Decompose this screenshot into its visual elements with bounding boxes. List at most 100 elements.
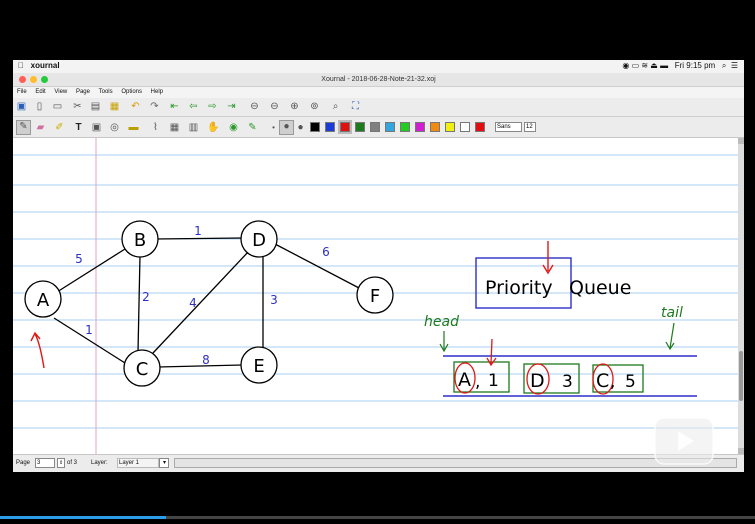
zoom-page-width-icon[interactable]: ⌕ <box>330 101 341 112</box>
head-label: head <box>424 314 459 330</box>
zoom-normal-icon[interactable]: ⊚ <box>309 101 320 112</box>
zoom-fit-icon[interactable]: ⊖ <box>249 101 260 112</box>
node-d-label: D <box>252 230 266 251</box>
color-swatch[interactable] <box>475 122 485 132</box>
layer-select[interactable]: Layer 1 <box>117 458 159 468</box>
open-folder-icon[interactable]: ▭ <box>52 101 63 112</box>
medium-line-icon[interactable]: ● <box>279 120 294 135</box>
red-arrow-to-box <box>542 241 554 275</box>
menu-edit[interactable]: Edit <box>35 89 45 95</box>
play-icon[interactable] <box>654 417 714 465</box>
menu-view[interactable]: View <box>54 89 67 95</box>
zoom-out-icon[interactable]: ⊖ <box>269 101 280 112</box>
app-name[interactable]: xournal <box>31 61 60 70</box>
close-window-button[interactable] <box>19 76 26 83</box>
eraser-icon[interactable]: ▰ <box>35 122 46 133</box>
color-swatch[interactable] <box>445 122 455 132</box>
edge-a-b <box>56 248 126 293</box>
graph-edges <box>53 237 360 368</box>
thin-line-icon[interactable]: • <box>268 122 279 133</box>
weight-ce: 8 <box>202 353 210 367</box>
apple-icon[interactable]:  <box>18 61 24 70</box>
paste-icon[interactable]: ▦ <box>109 101 120 112</box>
zoom-in-icon[interactable]: ⊕ <box>289 101 300 112</box>
shape-recognizer-icon[interactable]: ◎ <box>109 122 120 133</box>
node-f-label: F <box>370 286 380 307</box>
menu-page[interactable]: Page <box>76 89 90 95</box>
color-swatch[interactable] <box>430 122 440 132</box>
select-rectangle-icon[interactable]: ▦ <box>169 122 180 133</box>
note-page[interactable]: A B C D E F 5 1 2 4 3 6 1 8 Priority Que… <box>13 138 738 454</box>
chevron-down-icon[interactable]: ▾ <box>159 458 169 468</box>
default-pen-icon[interactable]: ✎ <box>247 122 258 133</box>
queue-item-c-sep: , <box>610 372 615 392</box>
thick-line-icon[interactable]: ● <box>295 122 306 133</box>
scroll-thumb[interactable] <box>739 351 743 401</box>
page-svg: A B C D E F 5 1 2 4 3 6 1 8 Priority Que… <box>13 138 738 454</box>
first-page-icon[interactable]: ⇤ <box>169 101 180 112</box>
tail-label: tail <box>661 305 683 321</box>
page-number-input[interactable]: 3 <box>35 458 55 468</box>
cut-icon[interactable]: ✂ <box>72 101 83 112</box>
queue-item-c-value: 5 <box>625 372 636 392</box>
select-region-icon[interactable]: ⌇ <box>150 122 161 133</box>
vertical-scrollbar[interactable] <box>738 138 744 454</box>
copy-icon[interactable]: ▤ <box>90 101 101 112</box>
default-tool-icon[interactable]: ◉ <box>228 122 239 133</box>
weight-ac: 1 <box>85 323 93 337</box>
last-page-icon[interactable]: ⇥ <box>226 101 237 112</box>
status-message-field <box>174 458 737 468</box>
page-label: Page <box>16 460 31 466</box>
menu-list-icon[interactable]: ☰ <box>731 61 738 70</box>
weight-df: 6 <box>322 245 330 259</box>
previous-page-icon[interactable]: ⇦ <box>188 101 199 112</box>
next-page-icon[interactable]: ⇨ <box>207 101 218 112</box>
menu-file[interactable]: File <box>17 89 27 95</box>
tail-arrow <box>665 322 675 351</box>
weight-ab: 5 <box>75 252 83 266</box>
highlighter-icon[interactable]: ✐ <box>54 122 65 133</box>
undo-icon[interactable]: ↶ <box>130 101 141 112</box>
color-swatch[interactable] <box>355 122 365 132</box>
new-page-icon[interactable]: ▯ <box>34 101 45 112</box>
wifi-icon[interactable]: ◉ ▭ ≋ ⏏ ▬ <box>622 61 668 70</box>
statusbar: Page 3 ⇕ of 3 Layer: Layer 1 ▾ <box>13 454 744 472</box>
menu-help[interactable]: Help <box>151 89 163 95</box>
color-swatch[interactable] <box>338 120 352 134</box>
save-icon[interactable]: ▣ <box>16 101 27 112</box>
minimize-window-button[interactable] <box>30 76 37 83</box>
font-button[interactable]: Sans <box>495 122 522 132</box>
queue-item-d-node: D <box>530 370 545 392</box>
zoom-window-button[interactable] <box>41 76 48 83</box>
video-progress-track[interactable] <box>166 516 755 519</box>
color-swatch[interactable] <box>325 122 335 132</box>
page-stepper[interactable]: ⇕ <box>57 458 65 468</box>
menu-tools[interactable]: Tools <box>99 89 113 95</box>
queue-label: Queue <box>569 277 631 299</box>
clock[interactable]: Fri 9:15 pm <box>675 61 715 70</box>
pen-icon[interactable]: ✎ <box>16 120 31 135</box>
ruler-icon[interactable]: ▬ <box>128 122 139 133</box>
image-tool-icon[interactable]: ▣ <box>91 122 102 133</box>
color-swatch[interactable] <box>385 122 395 132</box>
color-swatch[interactable] <box>415 122 425 132</box>
node-c-label: C <box>136 359 149 380</box>
font-size-button[interactable]: 12 <box>524 122 536 132</box>
vertical-space-icon[interactable]: ▥ <box>188 122 199 133</box>
video-progress-bar[interactable] <box>0 516 166 519</box>
scroll-up-arrow[interactable] <box>738 138 744 144</box>
text-tool-icon[interactable]: T <box>73 122 84 133</box>
weight-bc: 2 <box>142 290 150 304</box>
hand-tool-icon[interactable]: ✋ <box>207 122 219 133</box>
redo-icon[interactable]: ↷ <box>149 101 160 112</box>
head-arrow <box>439 331 449 353</box>
color-swatch[interactable] <box>310 122 320 132</box>
search-icon[interactable]: ⌕ <box>722 61 726 70</box>
queue-item-c: C , 5 <box>592 363 644 395</box>
app-menubar: File Edit View Page Tools Options Help <box>13 87 744 98</box>
color-swatch[interactable] <box>460 122 470 132</box>
menu-options[interactable]: Options <box>121 89 142 95</box>
color-swatch[interactable] <box>400 122 410 132</box>
fullscreen-icon[interactable]: ⛶ <box>350 101 361 112</box>
color-swatch[interactable] <box>370 122 380 132</box>
